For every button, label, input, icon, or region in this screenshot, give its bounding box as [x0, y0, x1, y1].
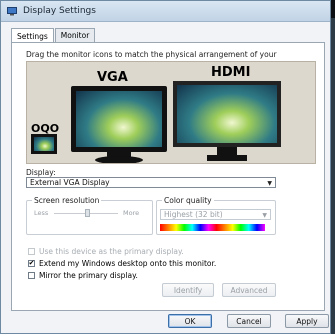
vga-stand-base: [95, 156, 143, 163]
primary-display-label: Use this device as the primary display.: [39, 247, 184, 256]
resolution-less-label: Less: [34, 209, 49, 217]
screen-resolution-title: Screen resolution: [32, 196, 102, 205]
monitor-arrangement-area: OQO VGA HDMI: [26, 61, 316, 164]
apply-button[interactable]: Apply: [285, 314, 329, 328]
monitor-label-vga: VGA: [97, 70, 128, 85]
mirror-display-checkbox-row[interactable]: Mirror the primary display.: [28, 271, 138, 280]
oqo-screen: [31, 134, 57, 154]
tab-strip: Settings Monitor: [11, 28, 96, 43]
primary-display-checkbox-row[interactable]: Use this device as the primary display.: [28, 247, 184, 256]
display-label: Display:: [26, 168, 56, 177]
chevron-down-icon: ▼: [262, 212, 267, 219]
ok-button[interactable]: OK: [168, 314, 212, 328]
color-quality-group: Color quality Highest (32 bit) ▼: [156, 196, 276, 235]
mirror-display-checkbox[interactable]: [28, 272, 35, 279]
primary-display-checkbox[interactable]: [28, 248, 35, 255]
color-quality-value: Highest (32 bit): [164, 210, 223, 219]
display-select-value: External VGA Display: [30, 178, 110, 187]
advanced-button[interactable]: Advanced: [222, 283, 276, 297]
display-settings-icon: [7, 6, 17, 16]
window-title: Display Settings: [23, 6, 96, 16]
tab-monitor[interactable]: Monitor: [54, 28, 96, 42]
checkmark-icon: ✔: [28, 259, 35, 267]
screen-resolution-group: Screen resolution Less More: [26, 196, 153, 235]
monitor-label-hdmi: HDMI: [211, 65, 251, 80]
color-quality-title: Color quality: [162, 196, 214, 205]
extend-desktop-checkbox[interactable]: ✔: [28, 260, 35, 267]
cancel-button[interactable]: Cancel: [227, 314, 271, 328]
monitor-oqo[interactable]: [31, 134, 57, 154]
extend-desktop-checkbox-row[interactable]: ✔ Extend my Windows desktop onto this mo…: [28, 259, 216, 268]
arrangement-hint: Drag the monitor icons to match the phys…: [26, 50, 277, 59]
display-select[interactable]: External VGA Display ▼: [26, 177, 276, 188]
monitor-vga[interactable]: [71, 86, 167, 163]
hdmi-screen: [173, 81, 281, 147]
monitor-hdmi[interactable]: [173, 81, 281, 163]
desktop-background-right: [331, 18, 335, 334]
hdmi-stand-base: [207, 155, 247, 161]
resolution-slider-thumb[interactable]: [85, 209, 90, 217]
settings-panel: Drag the monitor icons to match the phys…: [11, 42, 325, 311]
identify-button[interactable]: Identify: [162, 283, 214, 297]
extend-desktop-label: Extend my Windows desktop onto this moni…: [39, 259, 217, 268]
color-quality-spectrum: [160, 224, 265, 231]
title-bar[interactable]: Display Settings: [1, 1, 330, 22]
chevron-down-icon: ▼: [267, 180, 272, 187]
color-quality-select[interactable]: Highest (32 bit) ▼: [160, 209, 271, 220]
tab-settings[interactable]: Settings: [11, 28, 54, 43]
resolution-more-label: More: [123, 209, 140, 217]
display-settings-dialog: Display Settings Settings Monitor Drag t…: [0, 0, 331, 334]
mirror-display-label: Mirror the primary display.: [39, 271, 138, 280]
vga-screen: [71, 86, 167, 152]
